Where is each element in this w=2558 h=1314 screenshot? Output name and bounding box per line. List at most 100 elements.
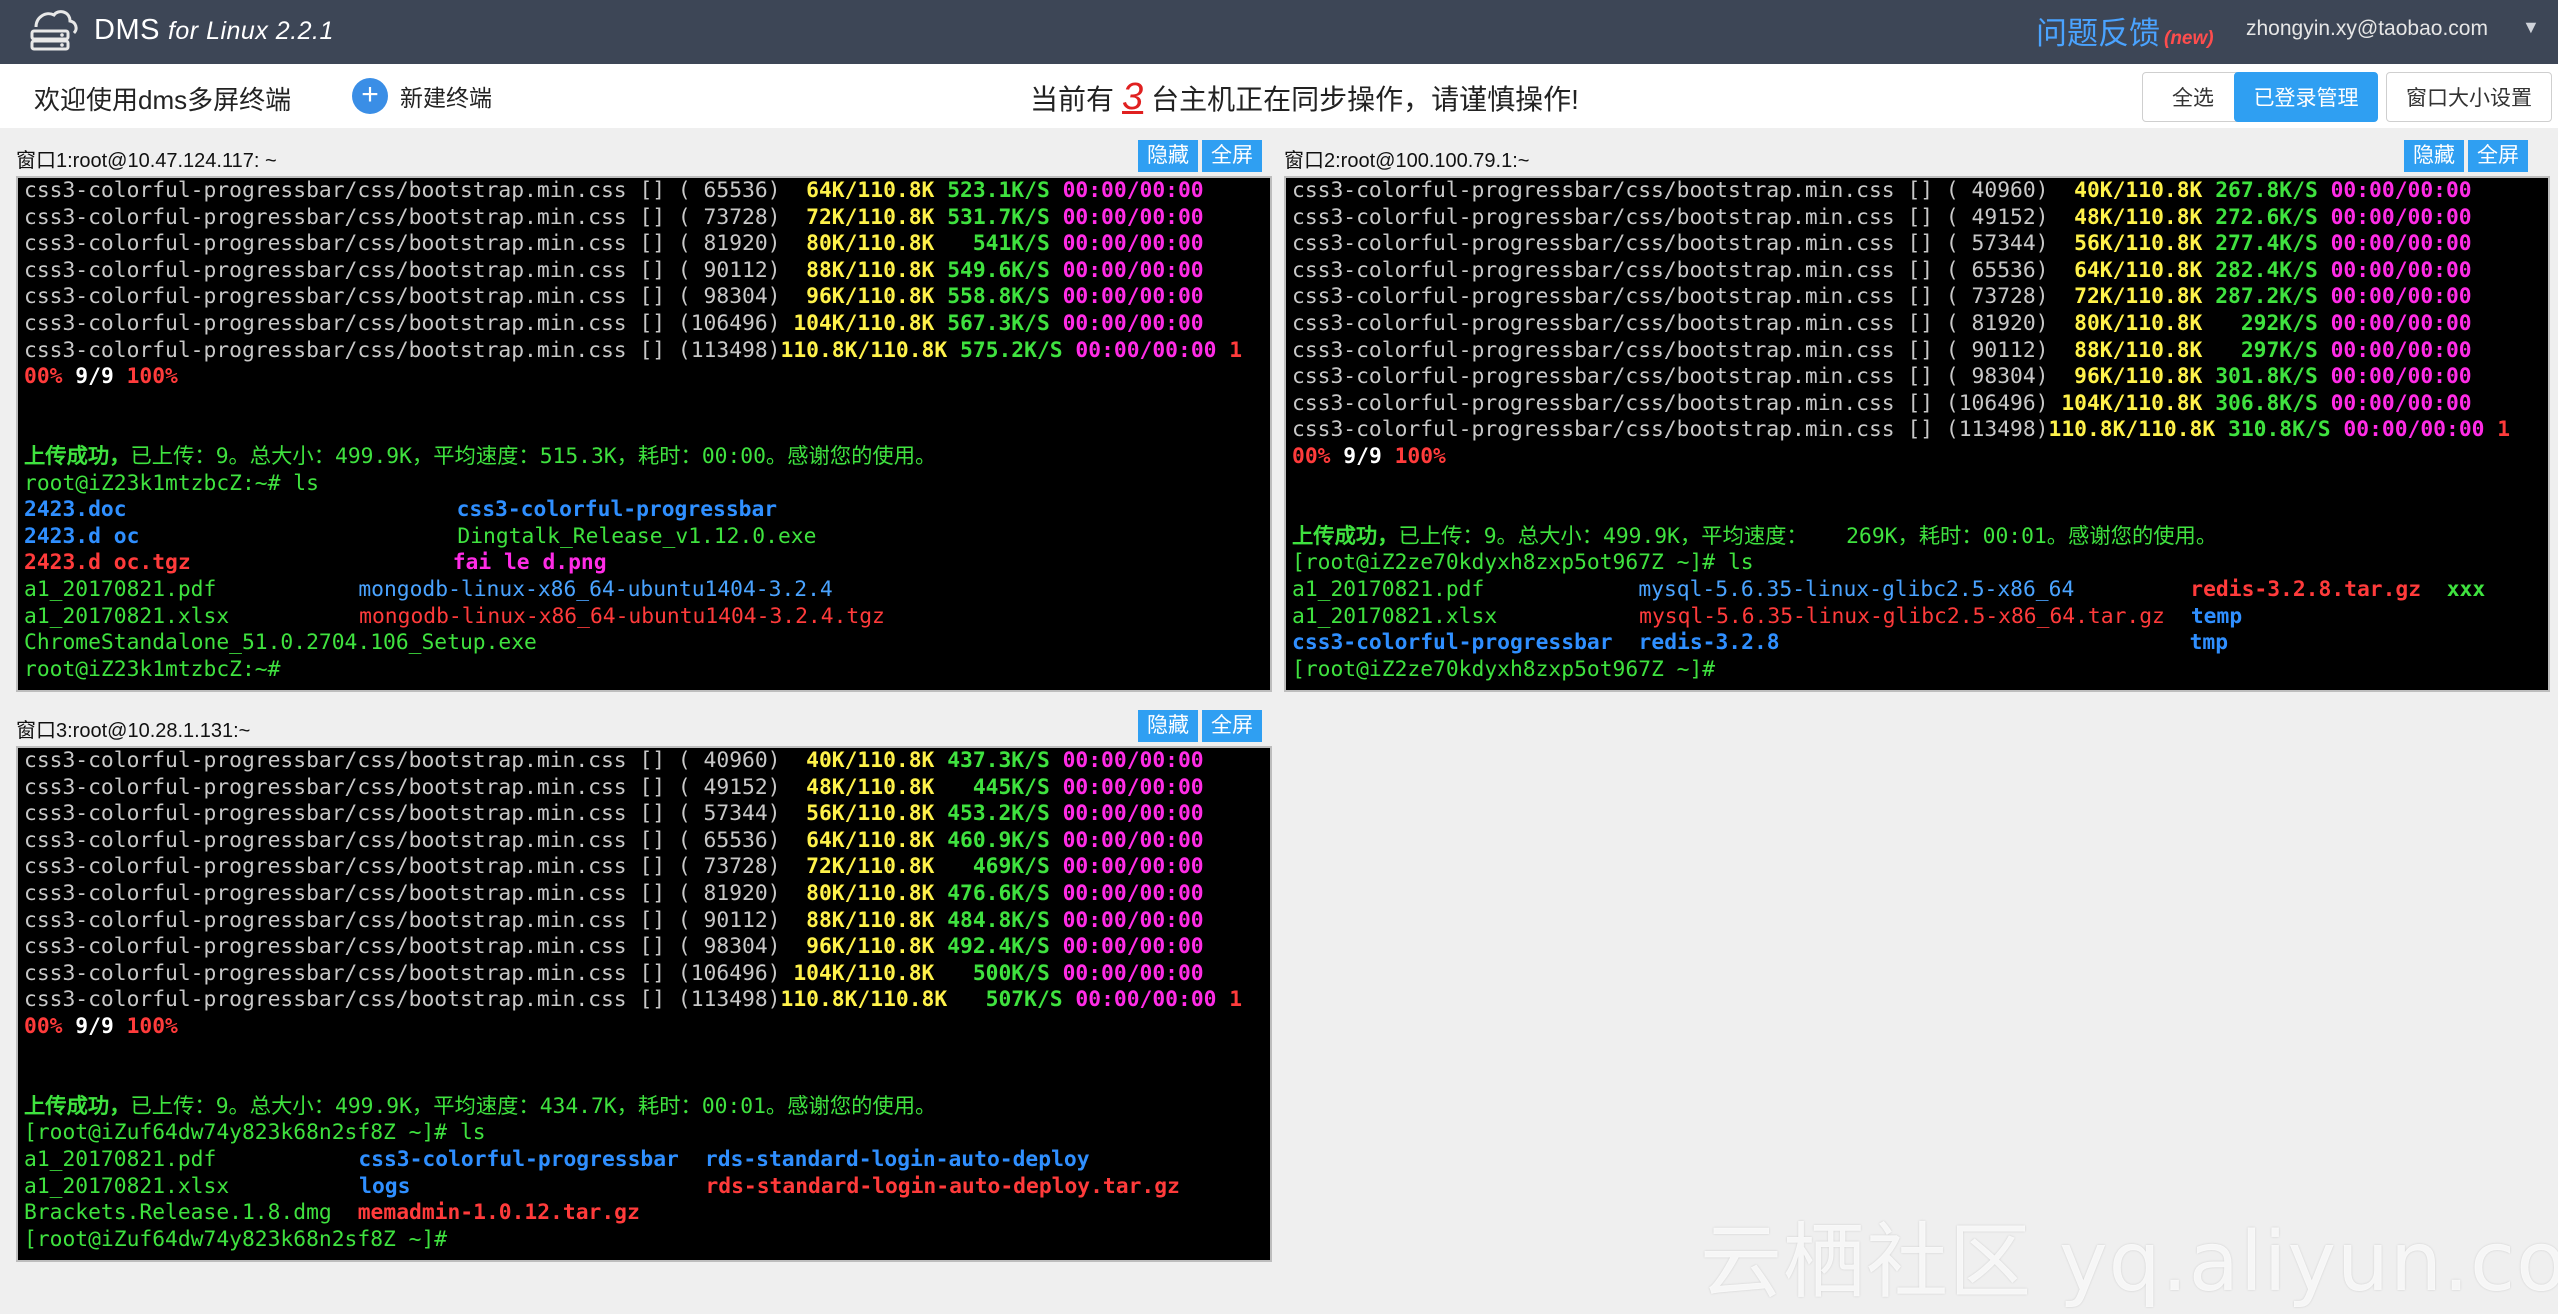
terminal-text: 00:00/00:00 [1062, 178, 1204, 203]
terminal-line: 00% 9/9 100% [18, 364, 1270, 391]
terminal-text: 上传成功， [24, 1093, 131, 1119]
terminal-text: css3-colorful-progressbar/css/bootstrap.… [24, 231, 807, 257]
terminal-text: 9/9 [1343, 443, 1395, 469]
terminal-text: 00:00/00:00 [1062, 257, 1204, 283]
terminal-text: 00:00/00:00 [1062, 934, 1204, 960]
terminal-text: 2423.d oc [24, 523, 140, 549]
sync-suffix: 台主机正在同步操作，请谨慎操作! [1151, 84, 1579, 115]
terminal-text: 00:00/00:00 [2330, 310, 2472, 336]
terminal-line: a1_20170821.pdf css3-colorful-progressbar… [18, 1147, 1270, 1174]
terminal-text: css3-colorful-progressbar/css/bootstrap.… [24, 284, 807, 310]
terminal-line: css3-colorful-progressbar/css/bootstrap.… [18, 987, 1270, 1014]
hide-button[interactable]: 隐藏 [2404, 140, 2464, 172]
terminal-text: 476.6K/S [947, 880, 1063, 906]
terminal-text: css3-colorful-progressbar/css/bootstrap.… [24, 178, 807, 203]
terminal-screen[interactable]: css3-colorful-progressbar/css/bootstrap.… [1284, 176, 2550, 692]
terminal-text: memadmin-1.0.12.tar.gz [357, 1200, 640, 1226]
terminal-text: 88K/110.8K [2074, 337, 2216, 363]
terminal-text: 00:00/00:00 [1062, 204, 1204, 230]
terminal-text: css3-colorful-progressbar/css/bootstrap.… [24, 774, 807, 800]
terminal-screen[interactable]: css3-colorful-progressbar/css/bootstrap.… [16, 746, 1272, 1262]
app-name: DMS [94, 14, 160, 46]
terminal-text: 297K/S [2215, 337, 2331, 363]
terminal-line: css3-colorful-progressbar/css/bootstrap.… [1286, 391, 2548, 418]
terminal-text: 80K/110.8K [806, 231, 948, 257]
hide-button[interactable]: 隐藏 [1138, 140, 1198, 172]
terminal-line: 00% 9/9 100% [18, 1014, 1270, 1041]
terminal-text: css3-colorful-progressbar/css/bootstrap.… [1292, 390, 2062, 416]
welcome-text: 欢迎使用dms多屏终端 [34, 85, 292, 115]
terminal-text: 575.2K/S [960, 337, 1076, 363]
terminal-text: 104K/110.8K [793, 960, 948, 986]
terminal-line: css3-colorful-progressbar/css/bootstrap.… [18, 934, 1270, 961]
terminal-screen[interactable]: css3-colorful-progressbar/css/bootstrap.… [16, 176, 1272, 692]
terminal-text: 72K/110.8K [806, 204, 948, 230]
terminal-pane-2: 窗口2:root@100.100.79.1:~ 隐藏 全屏 css3-color… [1278, 136, 2550, 692]
terminal-text: 00:00/00:00 [1062, 854, 1204, 880]
terminal-text: 437.3K/S [947, 748, 1063, 773]
terminal-line: [root@iZ2ze70kdyxh8zxp5ot967Z ~]# [1286, 657, 2548, 684]
terminal-text: 00:00/00:00 [1062, 827, 1204, 853]
terminal-text: redis-3.2.8 [1638, 630, 1780, 656]
hide-button[interactable]: 隐藏 [1138, 710, 1198, 742]
terminal-text: 48K/110.8K [806, 774, 948, 800]
chevron-down-icon[interactable]: ▼ [2522, 17, 2540, 38]
terminal-text: 00:00/00:00 [2330, 337, 2472, 363]
pane-title: 窗口3:root@10.28.1.131:~ [16, 720, 251, 742]
watermark: 云栖社区 yq.aliyun.com [1700, 1215, 2558, 1310]
terminal-text: 00:00/00:00 [1075, 337, 1230, 363]
terminal-text: 72K/110.8K [2074, 284, 2216, 310]
new-terminal-button[interactable]: + 新建终端 [352, 76, 492, 116]
terminal-line: css3-colorful-progressbar/css/bootstrap.… [1286, 231, 2548, 258]
terminal-text: 500K/S [947, 960, 1063, 986]
fullscreen-button[interactable]: 全屏 [1202, 710, 1262, 742]
terminal-text: a1_20170821.xlsx [24, 1173, 230, 1199]
terminal-text: 292K/S [2215, 310, 2331, 336]
terminal-text: 00:00/00:00 [1062, 907, 1204, 933]
terminal-text: css3-colorful-progressbar/css/bootstrap.… [24, 748, 807, 773]
window-size-button[interactable]: 窗口大小设置 [2386, 72, 2552, 122]
sync-warning: 当前有 3 台主机正在同步操作，请谨慎操作! [1030, 76, 1579, 119]
terminal-text: 110.8K/110.8K [780, 337, 961, 363]
terminal-text: 00:00/00:00 [2343, 417, 2498, 443]
fullscreen-button[interactable]: 全屏 [1202, 140, 1262, 172]
terminal-text: 272.6K/S [2215, 204, 2331, 230]
login-manage-button[interactable]: 已登录管理 [2234, 72, 2378, 122]
terminal-text: 96K/110.8K [2074, 364, 2216, 390]
terminal-text: mongodb-linux-x86_64-ubuntu1404-3.2.4.tg… [359, 603, 885, 629]
terminal-text: 已上传：9。总大小：499.9K，平均速度： 269K，耗时：00:01。感谢您… [1398, 523, 2218, 549]
terminal-text: 80K/110.8K [806, 880, 948, 906]
fullscreen-button[interactable]: 全屏 [2468, 140, 2528, 172]
sync-prefix: 当前有 [1030, 84, 1115, 115]
terminal-text: 00:00/00:00 [1062, 801, 1204, 827]
terminal-text: 460.9K/S [947, 827, 1063, 853]
terminal-text: 445K/S [947, 774, 1063, 800]
terminal-text: [root@iZ2ze70kdyxh8zxp5ot967Z ~]# ls [1292, 550, 1754, 576]
terminal-text: 9/9 [75, 364, 127, 390]
terminal-text: 上传成功， [24, 443, 131, 469]
terminal-text: 已上传：9。总大小：499.9K，平均速度：515.3K，耗时：00:00。感谢… [130, 443, 937, 469]
terminal-text: 100% [126, 364, 178, 390]
terminal-text: 453.2K/S [947, 801, 1063, 827]
terminal-text: 00:00/00:00 [1062, 960, 1204, 986]
terminal-text: css3-colorful-progressbar/css/bootstrap.… [1292, 257, 2075, 283]
terminal-text: 104K/110.8K [2061, 390, 2216, 416]
terminal-text: 80K/110.8K [2074, 310, 2216, 336]
terminal-text: 00:00/00:00 [1062, 748, 1204, 773]
terminal-text: 310.8K/S [2228, 417, 2344, 443]
user-account-menu[interactable]: zhongyin.xy@taobao.com [2246, 17, 2488, 41]
app-header: DMS for Linux 2.2.1 问题反馈 (new) zhongyin.xy… [0, 0, 2558, 64]
terminal-line: css3-colorful-progressbar/css/bootstrap.… [1286, 258, 2548, 285]
terminal-line: css3-colorful-progressbar/css/bootstrap.… [1286, 338, 2548, 365]
terminal-text: 507K/S [960, 987, 1076, 1013]
terminal-text: mongodb-linux-x86_64-ubuntu1404-3.2.4 [358, 576, 833, 602]
terminal-line: 上传成功，已上传：9。总大小：499.9K，平均速度： 269K，耗时：00:0… [1286, 524, 2548, 551]
terminal-line: 2423.d oc.tgz fai le d.png [18, 550, 1270, 577]
terminal-line: css3-colorful-progressbar/css/bootstrap.… [1286, 417, 2548, 444]
terminal-text: 00% [24, 1013, 76, 1039]
feedback-link[interactable]: 问题反馈 (new) [2036, 8, 2214, 53]
select-all-button[interactable]: 全选 [2142, 72, 2244, 122]
terminal-text: css3-colorful-progressbar [456, 497, 778, 523]
terminal-text: css3-colorful-progressbar/css/bootstrap.… [1292, 337, 2075, 363]
